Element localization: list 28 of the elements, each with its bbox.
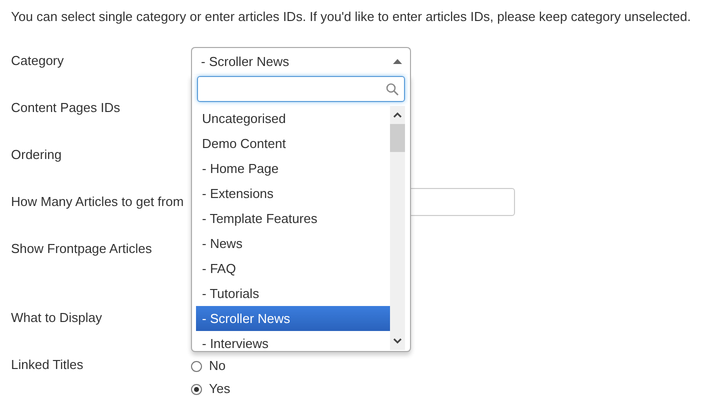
dropdown-option[interactable]: - Tutorials: [196, 281, 390, 306]
scrollbar[interactable]: [390, 106, 405, 350]
caret-icon: [393, 59, 402, 64]
dropdown-option[interactable]: - Extensions: [196, 181, 390, 206]
radio-option[interactable]: No: [191, 358, 692, 374]
dropdown-option[interactable]: - Scroller News: [196, 306, 390, 331]
field-label: Content Pages IDs: [11, 99, 122, 116]
dropdown-option[interactable]: Uncategorised: [196, 106, 390, 131]
dropdown-option[interactable]: - News: [196, 231, 390, 256]
field-label: Category: [11, 52, 65, 69]
instructions-text: You can select single category or enter articles IDs. If you'd like to enter articles IDs, please keep category unselected.: [11, 8, 692, 25]
dropdown-option[interactable]: - Interviews: [196, 331, 390, 350]
field-label: Linked Titles: [11, 356, 84, 373]
field-label: What to Display: [11, 309, 104, 326]
dropdown-option[interactable]: - Template Features: [196, 206, 390, 231]
radio-option[interactable]: Yes: [191, 381, 692, 397]
field-label: Show Frontpage Articles: [11, 240, 153, 257]
scroll-thumb[interactable]: [390, 124, 405, 152]
search-icon: [386, 82, 399, 96]
scroll-down-icon: [393, 338, 402, 344]
field-label: How Many Articles to get from: [11, 193, 185, 210]
category-select[interactable]: - Scroller News: [191, 47, 411, 75]
dropdown-option[interactable]: - FAQ: [196, 256, 390, 281]
dropdown-option[interactable]: Demo Content: [196, 131, 390, 156]
search-field[interactable]: [197, 76, 405, 102]
dropdown-option[interactable]: - Home Page: [196, 156, 390, 181]
scroll-up-icon: [393, 112, 402, 118]
field-label: Ordering: [11, 146, 63, 163]
